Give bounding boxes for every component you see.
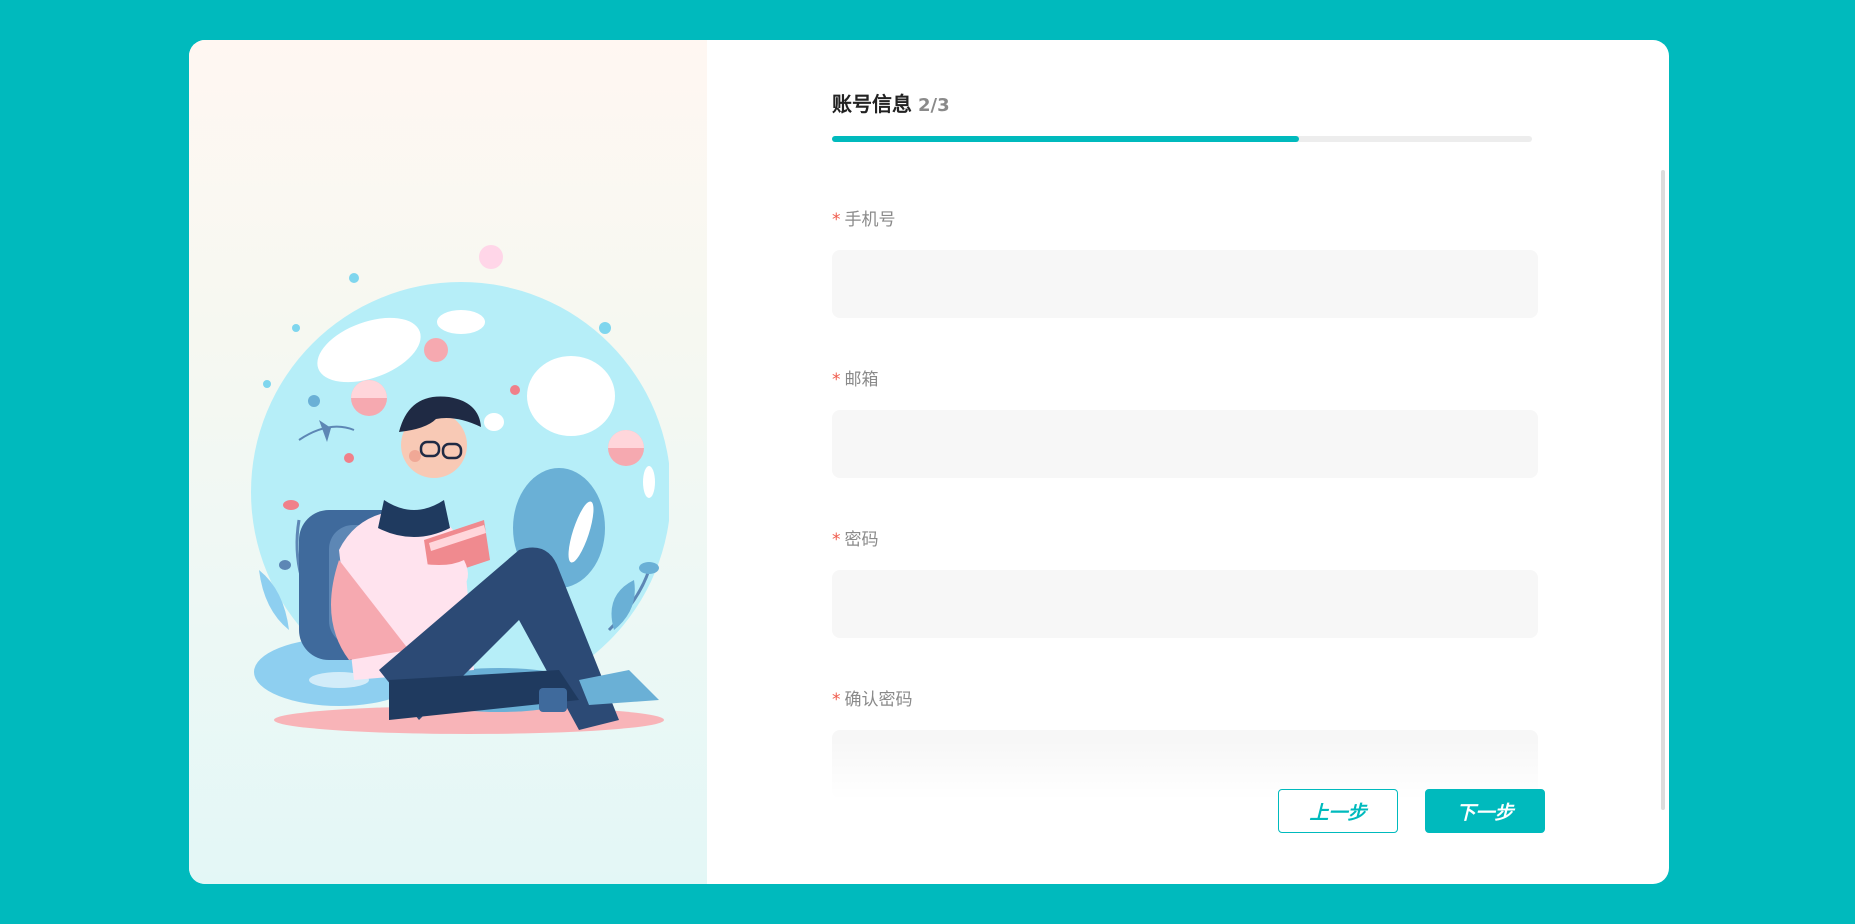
required-mark: *	[832, 530, 841, 550]
previous-step-button[interactable]: 上一步	[1278, 789, 1398, 833]
password-field: * 密码	[832, 528, 1538, 638]
phone-label: * 手机号	[832, 208, 1538, 232]
registration-card: 账号信息 2/3 * 手机号 * 邮箱 * 密码 * 确认密码 上一步 下一步	[189, 40, 1669, 884]
form-panel: 账号信息 2/3 * 手机号 * 邮箱 * 密码 * 确认密码 上一步 下一步	[707, 40, 1669, 884]
required-mark: *	[832, 690, 841, 710]
required-mark: *	[832, 210, 841, 230]
confirm-password-label-text: 确认密码	[844, 690, 913, 710]
required-mark: *	[832, 370, 841, 390]
phone-input[interactable]	[832, 250, 1538, 318]
phone-label-text: 手机号	[844, 210, 896, 230]
progress-bar-fill	[832, 136, 1299, 142]
reading-person-illustration	[251, 245, 669, 734]
step-counter: 2/3	[918, 95, 950, 116]
step-title: 账号信息	[832, 92, 912, 116]
password-input[interactable]	[832, 570, 1538, 638]
step-header: 账号信息 2/3	[832, 88, 950, 117]
email-input[interactable]	[832, 410, 1538, 478]
progress-bar	[832, 136, 1532, 142]
password-label: * 密码	[832, 528, 1538, 552]
email-label: * 邮箱	[832, 368, 1538, 392]
illustration-panel	[189, 40, 707, 884]
phone-field: * 手机号	[832, 208, 1538, 318]
email-field: * 邮箱	[832, 368, 1538, 478]
next-step-button[interactable]: 下一步	[1425, 789, 1545, 833]
email-label-text: 邮箱	[844, 370, 879, 390]
password-label-text: 密码	[844, 530, 879, 550]
confirm-password-label: * 确认密码	[832, 688, 1538, 712]
scrollbar[interactable]	[1661, 170, 1665, 810]
